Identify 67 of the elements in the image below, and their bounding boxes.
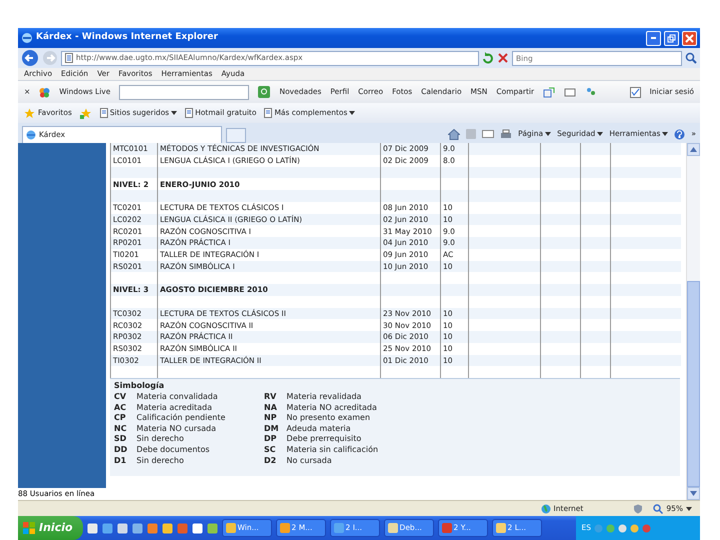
star-icon	[24, 108, 35, 118]
arrow-down-icon[interactable]	[690, 491, 697, 496]
legend-entry: CP Calificación pendiente	[114, 413, 226, 424]
page-icon	[185, 108, 194, 118]
arrow-up-icon[interactable]	[690, 147, 697, 152]
legend-entry: DM Adeuda materia	[264, 424, 352, 434]
legend-entry: RV Materia revalidada	[264, 392, 362, 403]
browser-icon	[21, 32, 33, 44]
caret-icon	[545, 131, 552, 137]
page-icon	[264, 108, 272, 118]
caret-icon	[171, 110, 178, 116]
program-icon	[280, 523, 290, 533]
back-icon[interactable]	[21, 49, 39, 67]
home-icon[interactable]	[448, 128, 460, 140]
caret-icon	[349, 110, 356, 116]
share-icon[interactable]	[543, 86, 556, 98]
legend-entry: DD Debe documentos	[114, 444, 211, 456]
scrollbar-thumb[interactable]	[687, 281, 700, 487]
program-icon	[388, 523, 398, 533]
legend-entry: NP No presento examen	[264, 413, 372, 424]
restore-icon	[667, 34, 676, 42]
legend-entry: CV Materia convalidada	[114, 392, 219, 403]
scrollbar[interactable]	[686, 143, 700, 500]
program-icon	[442, 523, 452, 533]
legend-entry: NC Materia NO cursada	[114, 424, 217, 434]
checkbox-icon[interactable]	[630, 86, 641, 98]
program-icon[interactable]	[162, 522, 173, 534]
add-favorite-icon[interactable]	[80, 108, 92, 118]
program-icon[interactable]	[86, 522, 98, 534]
stop-icon[interactable]	[497, 52, 509, 64]
windows-logo-icon	[23, 522, 35, 534]
protected-mode-icon[interactable]	[633, 504, 644, 514]
program-icon[interactable]	[132, 522, 143, 534]
zoom-icon	[653, 504, 664, 514]
program-icon[interactable]	[192, 522, 203, 534]
help-icon[interactable]	[674, 128, 686, 140]
caret-icon	[686, 506, 692, 512]
program-icon[interactable]	[102, 522, 113, 534]
window-title: Kárdex - Windows Internet Explorer	[36, 31, 219, 44]
printer-icon[interactable]	[500, 128, 512, 140]
program-icon	[334, 523, 344, 533]
legend-entry: D1 Sin derecho	[114, 456, 185, 466]
program-icon[interactable]	[116, 522, 128, 534]
minimize-button[interactable]	[646, 30, 661, 46]
legend-entry: AC Materia acreditada	[114, 402, 214, 414]
restore-button[interactable]	[664, 30, 679, 46]
legend-entry: SD Sin derecho	[114, 434, 185, 445]
minimize-icon	[651, 37, 656, 39]
caret-icon	[662, 131, 668, 137]
program-icon	[226, 523, 236, 533]
browser-icon	[26, 130, 36, 140]
globe-icon	[540, 504, 551, 514]
legend-entry: DP Debe prerrequisito	[264, 434, 362, 445]
legend-entry: NA Materia NO acreditada	[264, 402, 378, 414]
legend-title: Simbología	[114, 380, 166, 392]
program-icon	[496, 523, 506, 533]
new-tab-button[interactable]	[226, 128, 246, 143]
legend-entry: D2 No cursada	[264, 456, 333, 466]
page-icon	[65, 53, 73, 63]
refresh-icon[interactable]	[482, 52, 494, 64]
caret-icon	[597, 131, 604, 137]
close-button[interactable]	[682, 30, 697, 46]
close-icon	[685, 34, 694, 42]
program-icon[interactable]	[206, 522, 218, 534]
page-icon	[100, 108, 108, 118]
input-field[interactable]	[119, 84, 250, 100]
legend-entry: SC Materia sin calificación	[264, 444, 380, 456]
